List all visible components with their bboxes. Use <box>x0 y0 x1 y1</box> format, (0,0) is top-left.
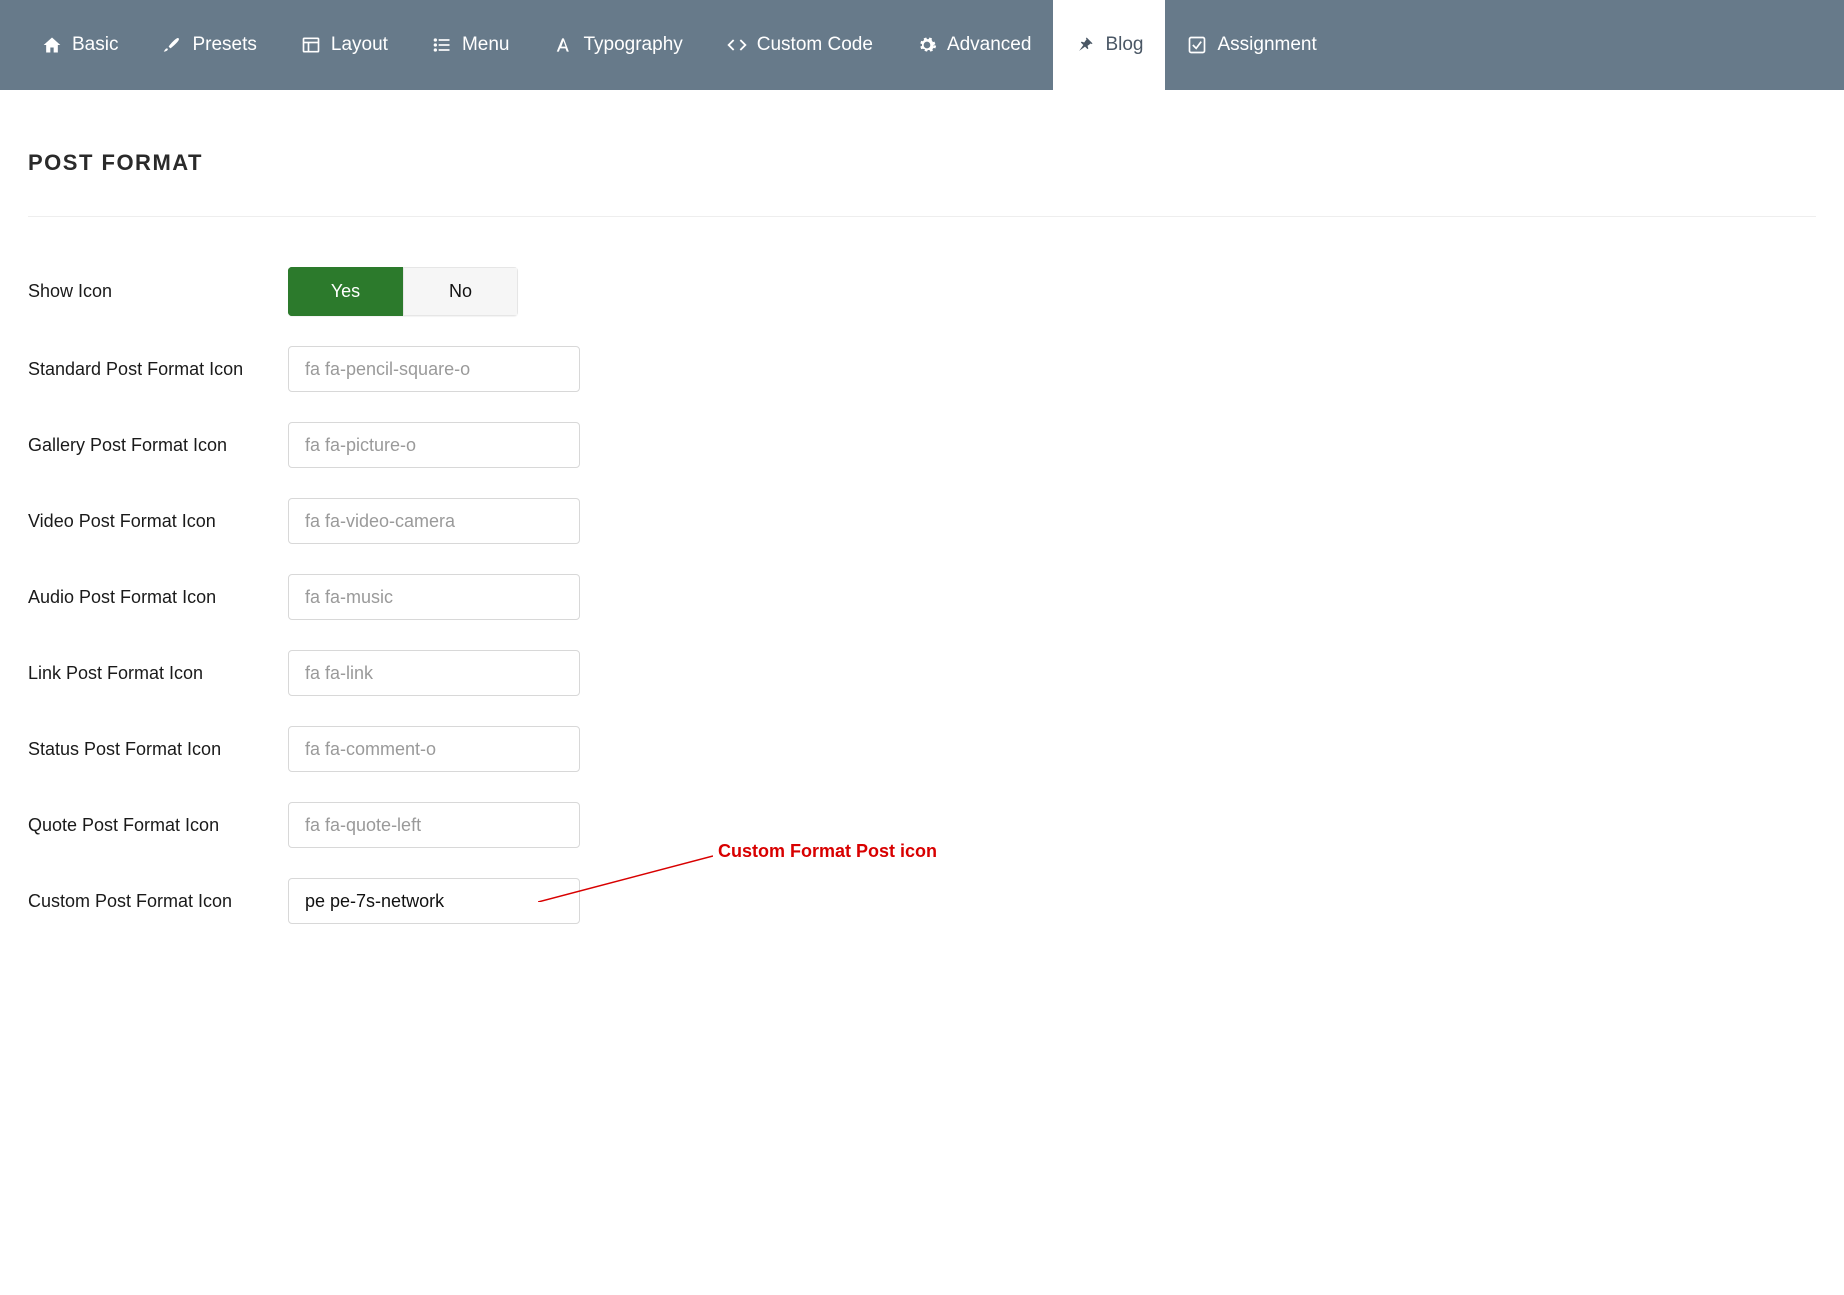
input-gallery-icon[interactable] <box>288 422 580 468</box>
tab-label: Blog <box>1105 34 1143 56</box>
row-standard-icon: Standard Post Format Icon <box>28 346 1816 392</box>
top-nav: Basic Presets Layout Menu Typography Cus… <box>0 0 1844 90</box>
label-audio-icon: Audio Post Format Icon <box>28 587 288 608</box>
tab-blog[interactable]: Blog <box>1053 0 1165 90</box>
label-video-icon: Video Post Format Icon <box>28 511 288 532</box>
input-status-icon[interactable] <box>288 726 580 772</box>
layout-icon <box>301 35 321 55</box>
tab-menu[interactable]: Menu <box>410 0 532 90</box>
row-custom-icon: Custom Post Format Icon Custom Format Po… <box>28 878 1816 924</box>
tab-presets[interactable]: Presets <box>140 0 278 90</box>
label-gallery-icon: Gallery Post Format Icon <box>28 435 288 456</box>
code-icon <box>727 35 747 55</box>
brush-icon <box>162 35 182 55</box>
tab-label: Layout <box>331 34 388 56</box>
tab-label: Presets <box>192 34 256 56</box>
input-link-icon[interactable] <box>288 650 580 696</box>
row-show-icon: Show Icon Yes No <box>28 267 1816 316</box>
input-standard-icon[interactable] <box>288 346 580 392</box>
tab-custom-code[interactable]: Custom Code <box>705 0 895 90</box>
label-show-icon: Show Icon <box>28 281 288 302</box>
label-link-icon: Link Post Format Icon <box>28 663 288 684</box>
input-custom-icon[interactable] <box>288 878 580 924</box>
tab-typography[interactable]: Typography <box>531 0 704 90</box>
input-quote-icon[interactable] <box>288 802 580 848</box>
check-square-icon <box>1187 35 1207 55</box>
page-content: POST FORMAT Show Icon Yes No Standard Po… <box>0 90 1844 1034</box>
gear-icon <box>917 35 937 55</box>
tab-layout[interactable]: Layout <box>279 0 410 90</box>
row-gallery-icon: Gallery Post Format Icon <box>28 422 1816 468</box>
row-link-icon: Link Post Format Icon <box>28 650 1816 696</box>
tab-label: Assignment <box>1217 34 1316 56</box>
row-video-icon: Video Post Format Icon <box>28 498 1816 544</box>
section-title: POST FORMAT <box>28 150 1816 217</box>
home-icon <box>42 35 62 55</box>
tab-label: Typography <box>583 34 682 56</box>
tab-label: Custom Code <box>757 34 873 56</box>
input-video-icon[interactable] <box>288 498 580 544</box>
toggle-show-icon: Yes No <box>288 267 518 316</box>
label-custom-icon: Custom Post Format Icon <box>28 891 288 912</box>
toggle-no[interactable]: No <box>403 267 518 316</box>
label-quote-icon: Quote Post Format Icon <box>28 815 288 836</box>
input-audio-icon[interactable] <box>288 574 580 620</box>
tab-assignment[interactable]: Assignment <box>1165 0 1338 90</box>
annotation-text: Custom Format Post icon <box>718 841 937 862</box>
list-icon <box>432 35 452 55</box>
label-status-icon: Status Post Format Icon <box>28 739 288 760</box>
row-status-icon: Status Post Format Icon <box>28 726 1816 772</box>
font-icon <box>553 35 573 55</box>
tab-basic[interactable]: Basic <box>20 0 140 90</box>
toggle-yes[interactable]: Yes <box>288 267 403 316</box>
label-standard-icon: Standard Post Format Icon <box>28 359 288 380</box>
row-audio-icon: Audio Post Format Icon <box>28 574 1816 620</box>
pin-icon <box>1075 35 1095 55</box>
tab-label: Advanced <box>947 34 1032 56</box>
tab-label: Menu <box>462 34 510 56</box>
tab-label: Basic <box>72 34 118 56</box>
tab-advanced[interactable]: Advanced <box>895 0 1054 90</box>
